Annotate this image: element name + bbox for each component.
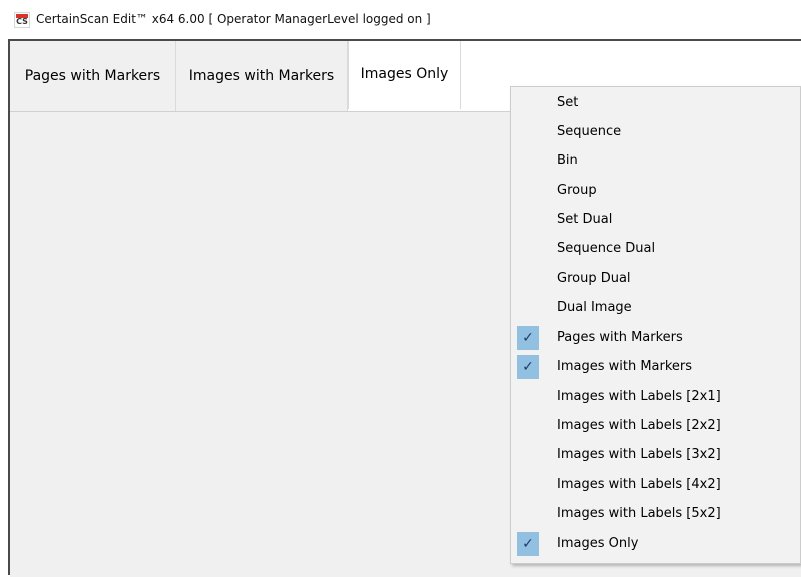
menu-item-label: Images with Markers: [557, 359, 693, 374]
title-bar: CS CertainScan Edit™ x64 6.00 [ Operator…: [0, 0, 801, 38]
window-title: CertainScan Edit™ x64 6.00 [ Operator Ma…: [36, 12, 431, 26]
menu-item-images-with-labels-2x1[interactable]: Images with Labels [2x1]: [511, 383, 800, 411]
context-menu: Set Sequence Bin Group Set Dual Sequence…: [510, 86, 801, 564]
menu-item-label: Images with Labels [3x2]: [557, 447, 721, 462]
menu-item-images-only[interactable]: ✓ Images Only: [511, 530, 800, 558]
menu-item-label: Images with Labels [5x2]: [557, 506, 721, 521]
app-icon-text: CS: [16, 17, 28, 26]
menu-item-pages-with-markers[interactable]: ✓ Pages with Markers: [511, 324, 800, 352]
menu-item-bin[interactable]: Bin: [511, 147, 800, 175]
menu-item-label: Dual Image: [557, 300, 632, 315]
tab-images-with-markers[interactable]: Images with Markers: [176, 41, 348, 111]
menu-item-sequence[interactable]: Sequence: [511, 118, 800, 146]
menu-item-images-with-markers[interactable]: ✓ Images with Markers: [511, 353, 800, 381]
menu-item-label: Images with Labels [2x1]: [557, 389, 721, 404]
checkmark-icon: ✓: [517, 355, 539, 379]
menu-item-label: Images Only: [557, 536, 639, 551]
menu-item-set-dual[interactable]: Set Dual: [511, 206, 800, 234]
tab-pages-with-markers[interactable]: Pages with Markers: [10, 41, 176, 111]
menu-item-dual-image[interactable]: Dual Image: [511, 294, 800, 322]
menu-item-label: Bin: [557, 153, 578, 168]
menu-item-images-with-labels-4x2[interactable]: Images with Labels [4x2]: [511, 471, 800, 499]
checkmark-icon: ✓: [517, 532, 539, 556]
tab-images-only[interactable]: Images Only: [348, 41, 461, 109]
menu-item-label: Set: [557, 95, 579, 110]
menu-item-sequence-dual[interactable]: Sequence Dual: [511, 235, 800, 263]
menu-item-label: Group Dual: [557, 271, 631, 286]
menu-item-label: Set Dual: [557, 212, 613, 227]
menu-item-images-with-labels-3x2[interactable]: Images with Labels [3x2]: [511, 441, 800, 469]
menu-item-label: Images with Labels [2x2]: [557, 418, 721, 433]
menu-item-images-with-labels-2x2[interactable]: Images with Labels [2x2]: [511, 412, 800, 440]
menu-item-set[interactable]: Set: [511, 89, 800, 117]
menu-item-label: Group: [557, 183, 597, 198]
app-icon[interactable]: CS: [14, 12, 30, 28]
menu-item-label: Pages with Markers: [557, 330, 683, 345]
menu-item-images-with-labels-5x2[interactable]: Images with Labels [5x2]: [511, 500, 800, 528]
menu-item-label: Images with Labels [4x2]: [557, 477, 721, 492]
menu-item-label: Sequence: [557, 124, 622, 139]
checkmark-icon: ✓: [517, 326, 539, 350]
menu-item-group[interactable]: Group: [511, 177, 800, 205]
menu-item-label: Sequence Dual: [557, 241, 656, 256]
menu-item-group-dual[interactable]: Group Dual: [511, 265, 800, 293]
